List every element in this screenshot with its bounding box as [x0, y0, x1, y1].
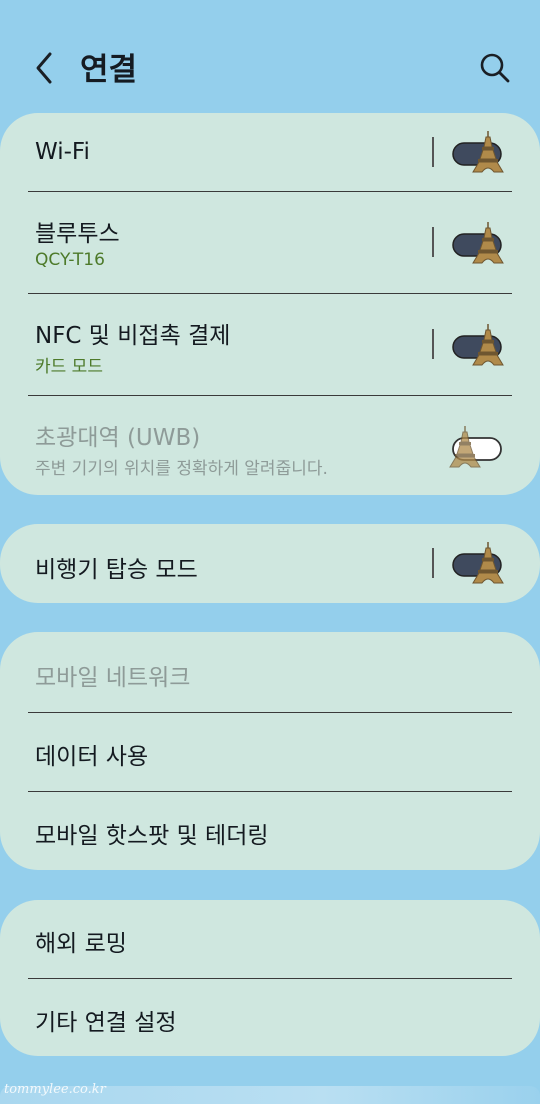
row-nfc[interactable]: NFC 및 비접촉 결제 카드 모드 [0, 294, 540, 395]
settings-group-airplane: 비행기 탑승 모드 [0, 524, 540, 603]
row-separator [432, 548, 434, 578]
watermark: tommylee.co.kr [4, 1082, 106, 1097]
more-connection-settings-label: 기타 연결 설정 [35, 1010, 177, 1036]
uwb-toggle [449, 426, 502, 468]
search-button[interactable] [478, 50, 512, 86]
row-airplane-mode[interactable]: 비행기 탑승 모드 [0, 524, 540, 603]
page-title: 연결 [80, 52, 138, 88]
row-separator [432, 137, 434, 167]
uwb-label: 초광대역 (UWB) [35, 425, 201, 451]
nfc-mode: 카드 모드 [35, 357, 103, 377]
row-more-connection-settings[interactable]: 기타 연결 설정 [0, 979, 540, 1056]
settings-group-connections: Wi-Fi 블루투스 QCY-T16 NFC 및 비접촉 결제 카드 모드 초광… [0, 113, 540, 495]
chevron-left-icon [36, 52, 52, 84]
bluetooth-device: QCY-T16 [35, 250, 105, 270]
settings-group-other: 해외 로밍 기타 연결 설정 [0, 900, 540, 1056]
wifi-toggle[interactable] [448, 129, 508, 173]
row-separator [432, 227, 434, 257]
row-hotspot[interactable]: 모바일 핫스팟 및 테더링 [0, 792, 540, 870]
row-mobile-network: 모바일 네트워크 [0, 632, 540, 712]
row-wifi[interactable]: Wi-Fi [0, 113, 540, 191]
bluetooth-label: 블루투스 [35, 221, 120, 247]
nfc-label: NFC 및 비접촉 결제 [35, 323, 231, 349]
settings-group-mobile: 모바일 네트워크 데이터 사용 모바일 핫스팟 및 테더링 [0, 632, 540, 870]
roaming-label: 해외 로밍 [35, 931, 127, 957]
mobile-network-label: 모바일 네트워크 [35, 665, 191, 691]
bluetooth-toggle[interactable] [448, 220, 508, 264]
hotspot-label: 모바일 핫스팟 및 테더링 [35, 823, 269, 849]
airplane-mode-label: 비행기 탑승 모드 [35, 557, 198, 583]
airplane-mode-toggle[interactable] [448, 540, 508, 584]
wifi-label: Wi-Fi [35, 139, 90, 165]
nfc-toggle[interactable] [448, 322, 508, 366]
data-usage-label: 데이터 사용 [35, 744, 149, 770]
row-roaming[interactable]: 해외 로밍 [0, 900, 540, 978]
search-icon [480, 53, 510, 83]
app-header: 연결 [0, 0, 540, 112]
row-data-usage[interactable]: 데이터 사용 [0, 713, 540, 791]
uwb-description: 주변 기기의 위치를 정확하게 알려줍니다. [35, 459, 328, 479]
row-bluetooth[interactable]: 블루투스 QCY-T16 [0, 192, 540, 293]
row-uwb: 초광대역 (UWB) 주변 기기의 위치를 정확하게 알려줍니다. [0, 396, 540, 495]
row-separator [432, 329, 434, 359]
back-button[interactable] [30, 48, 60, 88]
